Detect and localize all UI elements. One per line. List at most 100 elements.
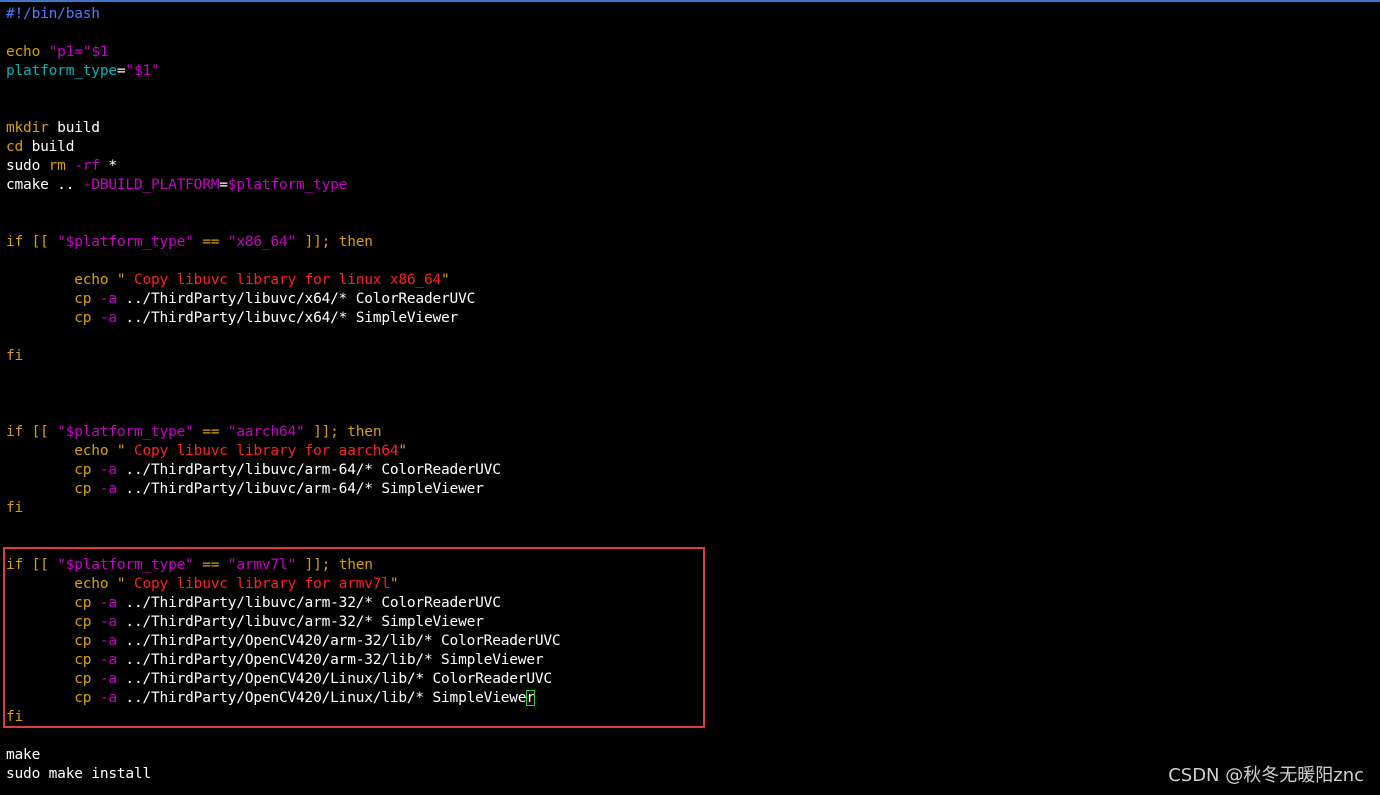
code-token: cmake .. xyxy=(6,177,83,193)
code-line: cp -a ../ThirdParty/libuvc/arm-32/* Simp… xyxy=(6,613,1378,632)
code-line: cp -a ../ThirdParty/OpenCV420/arm-32/lib… xyxy=(6,632,1378,651)
code-token: -a xyxy=(99,310,117,326)
code-token: fi xyxy=(6,348,24,364)
code-token: -a xyxy=(99,595,117,611)
code-token: == xyxy=(193,424,228,440)
code-token: ../ThirdParty/OpenCV420/Linux/lib/* Simp… xyxy=(116,690,527,706)
code-token: build xyxy=(48,120,100,136)
code-token: = xyxy=(219,177,228,193)
code-token: ../ThirdParty/libuvc/x64/* SimpleViewer xyxy=(116,310,459,326)
code-token: -a xyxy=(99,614,117,630)
code-token: ]]; then xyxy=(304,424,382,440)
code-line: cp -a ../ThirdParty/OpenCV420/Linux/lib/… xyxy=(6,670,1378,689)
code-token: if xyxy=(6,234,24,250)
code-token: echo xyxy=(6,44,49,60)
code-token: [[ xyxy=(23,234,58,250)
code-token: sudo xyxy=(6,158,49,174)
code-token: -rf xyxy=(74,158,100,174)
code-line: cmake .. -DBUILD_PLATFORM=$platform_type xyxy=(6,176,1378,195)
code-token: "x86_64" xyxy=(227,234,297,250)
code-token: [[ xyxy=(23,557,58,573)
code-token: " xyxy=(398,443,407,459)
code-token: cp xyxy=(6,462,100,478)
code-token: cp xyxy=(6,614,100,630)
code-token: "armv7l" xyxy=(227,557,297,573)
code-line: if [[ "$platform_type" == "armv7l" ]]; t… xyxy=(6,556,1378,575)
code-token: "aarch64" xyxy=(227,424,305,440)
code-token: fi xyxy=(6,709,24,725)
code-token: ]]; then xyxy=(296,557,373,573)
code-token: "$1" xyxy=(125,63,160,79)
code-line: fi xyxy=(6,347,1378,366)
code-line: cp -a ../ThirdParty/OpenCV420/Linux/lib/… xyxy=(6,689,1378,708)
code-line: cp -a ../ThirdParty/libuvc/arm-32/* Colo… xyxy=(6,594,1378,613)
code-token: " xyxy=(441,272,450,288)
code-token: -a xyxy=(99,291,117,307)
code-token: cp xyxy=(6,671,100,687)
code-token: make xyxy=(6,747,41,763)
code-token: $1 xyxy=(91,44,109,60)
code-token: if xyxy=(6,424,24,440)
code-line: cp -a ../ThirdParty/libuvc/arm-64/* Colo… xyxy=(6,461,1378,480)
code-line: cp -a ../ThirdParty/OpenCV420/arm-32/lib… xyxy=(6,651,1378,670)
code-token: cp xyxy=(6,291,100,307)
code-token: cp xyxy=(6,481,100,497)
code-token: ../ThirdParty/libuvc/arm-64/* ColorReade… xyxy=(116,462,501,478)
code-token: $platform_type xyxy=(65,234,186,250)
code-token: ../ThirdParty/libuvc/x64/* ColorReaderUV… xyxy=(116,291,476,307)
code-line: platform_type="$1" xyxy=(6,62,1378,81)
window-top-border xyxy=(0,0,1380,2)
code-token: $platform_type xyxy=(227,177,348,193)
code-token: Copy libuvc library for aarch64 xyxy=(133,443,399,459)
code-token: cp xyxy=(6,310,100,326)
code-token: ../ThirdParty/OpenCV420/arm-32/lib/* Col… xyxy=(116,633,561,649)
code-token: $platform_type xyxy=(65,557,186,573)
code-token: -a xyxy=(99,690,117,706)
code-line: echo "p1="$1 xyxy=(6,43,1378,62)
code-token: ../ThirdParty/OpenCV420/arm-32/lib/* Sim… xyxy=(116,652,544,668)
code-token: " xyxy=(185,424,194,440)
code-token: ../ThirdParty/libuvc/arm-32/* SimpleView… xyxy=(116,614,484,630)
code-token: -DBUILD_PLATFORM xyxy=(82,177,220,193)
csdn-watermark: CSDN @秋冬无暖阳znc xyxy=(1168,765,1364,786)
code-line: cd build xyxy=(6,138,1378,157)
code-token: if xyxy=(6,557,24,573)
code-token: cp xyxy=(6,690,100,706)
code-token: -a xyxy=(99,481,117,497)
code-line: mkdir build xyxy=(6,119,1378,138)
code-token: ../ThirdParty/libuvc/arm-64/* SimpleView… xyxy=(116,481,484,497)
code-line: cp -a ../ThirdParty/libuvc/x64/* ColorRe… xyxy=(6,290,1378,309)
code-token: mkdir xyxy=(6,120,49,136)
code-line: #!/bin/bash xyxy=(6,5,1378,24)
code-token: cp xyxy=(6,633,100,649)
code-token: platform_type xyxy=(6,63,117,79)
code-token: -a xyxy=(99,652,117,668)
code-token: " xyxy=(57,557,66,573)
code-line: echo " Copy libuvc library for aarch64" xyxy=(6,442,1378,461)
code-token: cp xyxy=(6,652,100,668)
code-token: ../ThirdParty/OpenCV420/Linux/lib/* Colo… xyxy=(116,671,552,687)
code-token: " xyxy=(185,557,194,573)
code-token: "p1=" xyxy=(48,44,92,60)
code-token: -a xyxy=(99,671,117,687)
code-token: echo xyxy=(6,272,117,288)
terminal-editor[interactable]: #!/bin/bash echo "p1="$1 platform_type="$… xyxy=(6,5,1378,784)
code-token: cd xyxy=(6,139,24,155)
code-token: " xyxy=(57,424,66,440)
code-token: fi xyxy=(6,500,24,516)
code-line: echo " Copy libuvc library for linux x86… xyxy=(6,271,1378,290)
code-token: == xyxy=(193,557,228,573)
